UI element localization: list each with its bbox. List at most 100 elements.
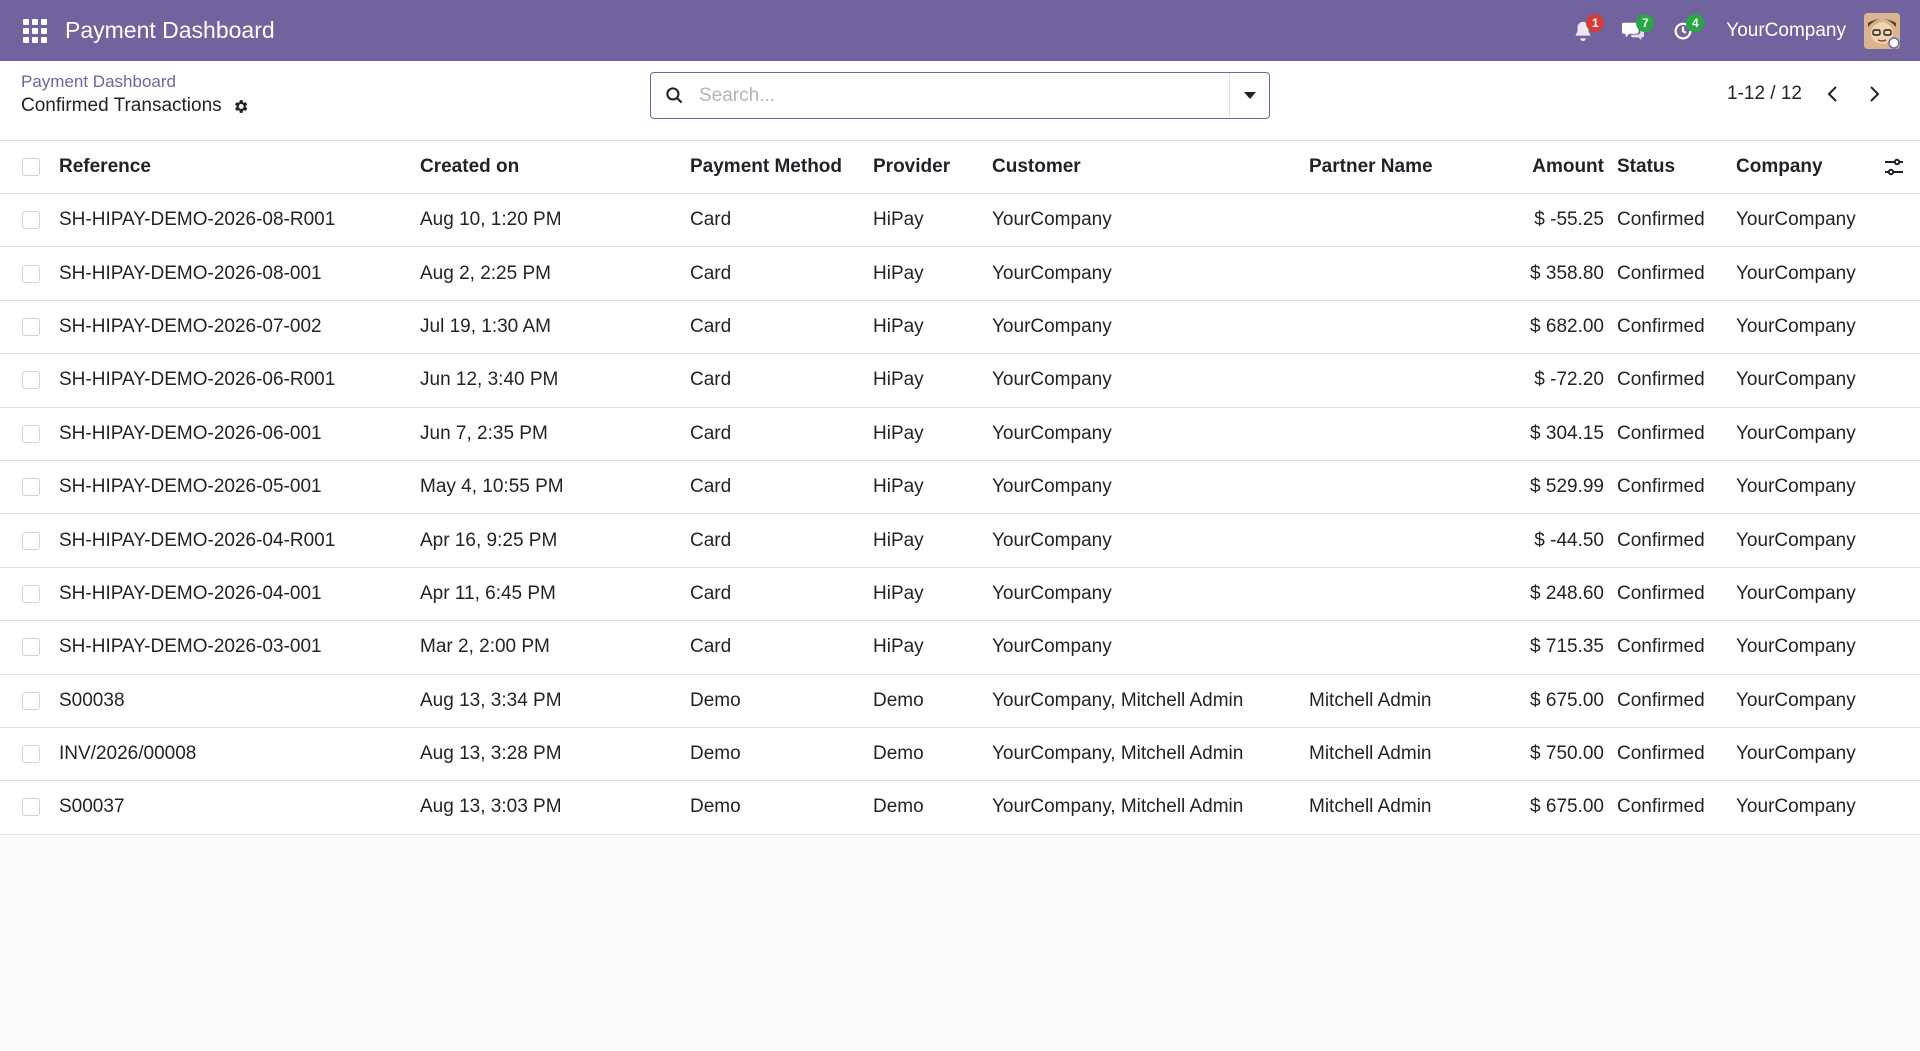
cell-payment-method: Card — [690, 476, 732, 498]
cell-reference: SH-HIPAY-DEMO-2026-03-001 — [59, 636, 322, 658]
table-row[interactable]: SH-HIPAY-DEMO-2026-04-R001 Apr 16, 9:25 P… — [0, 514, 1920, 568]
table-row[interactable]: SH-HIPAY-DEMO-2026-08-001 Aug 2, 2:25 PM C… — [0, 247, 1920, 301]
column-header-reference[interactable]: Reference — [59, 141, 151, 193]
sliders-icon — [1885, 158, 1903, 176]
pager-value[interactable]: 1-12 / 12 — [1727, 83, 1802, 105]
column-header-company[interactable]: Company — [1736, 141, 1823, 193]
column-header-partner-name[interactable]: Partner Name — [1309, 141, 1433, 193]
cell-status: Confirmed — [1617, 529, 1705, 551]
company-switcher[interactable]: YourCompany — [1726, 20, 1846, 42]
table-row[interactable]: SH-HIPAY-DEMO-2026-06-001 Jun 7, 2:35 PM C… — [0, 408, 1920, 461]
cell-status: Confirmed — [1617, 209, 1705, 231]
cell-payment-method: Card — [690, 369, 732, 391]
table-row[interactable]: SH-HIPAY-DEMO-2026-07-002 Jul 19, 1:30 AM… — [0, 301, 1920, 355]
cell-reference: SH-HIPAY-DEMO-2026-08-001 — [59, 262, 322, 284]
top-navbar: Payment Dashboard 1 7 4 YourCompany — [0, 0, 1920, 61]
gear-icon[interactable] — [232, 98, 249, 115]
cell-customer: YourCompany — [992, 369, 1112, 391]
table-row[interactable]: SH-HIPAY-DEMO-2026-03-001 Mar 2, 2:00 PM C… — [0, 621, 1920, 675]
table-row[interactable]: SH-HIPAY-DEMO-2026-05-001 May 4, 10:55 PM… — [0, 461, 1920, 515]
messages-badge: 7 — [1636, 13, 1655, 32]
cell-customer: YourCompany — [992, 529, 1112, 551]
cell-created-on: Jul 19, 1:30 AM — [420, 315, 551, 337]
messages-button[interactable]: 7 — [1616, 13, 1655, 48]
cell-status: Confirmed — [1617, 743, 1705, 765]
cell-company: YourCompany — [1736, 529, 1856, 551]
cell-provider: HiPay — [873, 315, 924, 337]
table-row[interactable]: SH-HIPAY-DEMO-2026-08-R001 Aug 10, 1:20 P… — [0, 194, 1920, 248]
chevron-right-icon — [1870, 86, 1880, 102]
cell-created-on: Apr 11, 6:45 PM — [420, 582, 556, 604]
row-checkbox[interactable] — [22, 691, 40, 710]
search-input[interactable] — [697, 73, 1229, 118]
activities-button[interactable]: 4 — [1666, 13, 1705, 48]
column-header-payment-method[interactable]: Payment Method — [690, 141, 842, 193]
select-all-checkbox[interactable] — [22, 158, 40, 176]
cell-provider: HiPay — [873, 369, 924, 391]
column-header-created-on[interactable]: Created on — [420, 141, 519, 193]
row-checkbox[interactable] — [22, 264, 40, 283]
row-checkbox[interactable] — [22, 371, 40, 390]
table-row[interactable]: SH-HIPAY-DEMO-2026-04-001 Apr 11, 6:45 PM… — [0, 568, 1920, 622]
row-checkbox[interactable] — [22, 745, 40, 764]
table-row[interactable]: S00037 Aug 13, 3:03 PM Demo Demo YourCompany… — [0, 781, 1920, 835]
column-header-provider[interactable]: Provider — [873, 141, 950, 193]
table-row[interactable]: SH-HIPAY-DEMO-2026-06-R001 Jun 12, 3:40 P… — [0, 354, 1920, 408]
cell-status: Confirmed — [1617, 422, 1705, 444]
breadcrumb-link[interactable]: Payment Dashboard — [21, 72, 176, 92]
cell-reference: INV/2026/00008 — [59, 743, 197, 765]
cell-company: YourCompany — [1736, 689, 1856, 711]
table-row[interactable]: INV/2026/00008 Aug 13, 3:28 PM Demo Demo You… — [0, 728, 1920, 782]
cell-reference: S00038 — [59, 689, 125, 711]
select-all-cell — [22, 141, 40, 193]
app-title[interactable]: Payment Dashboard — [65, 17, 275, 44]
cell-payment-method: Card — [690, 315, 732, 337]
cell-created-on: Apr 16, 9:25 PM — [420, 529, 558, 551]
pager-next-button[interactable] — [1860, 79, 1890, 109]
cell-payment-method: Card — [690, 582, 732, 604]
list-empty-area — [0, 836, 1920, 1051]
cell-company: YourCompany — [1736, 315, 1856, 337]
column-header-status[interactable]: Status — [1617, 141, 1675, 193]
cell-amount: $ 750.00 — [1530, 743, 1604, 765]
cell-amount: $ 715.35 — [1530, 636, 1604, 658]
row-checkbox[interactable] — [22, 478, 40, 497]
row-checkbox[interactable] — [22, 211, 40, 230]
search-bar — [650, 72, 1270, 119]
cell-amount: $ 358.80 — [1530, 262, 1604, 284]
cell-created-on: Jun 12, 3:40 PM — [420, 369, 559, 391]
column-header-customer[interactable]: Customer — [992, 141, 1081, 193]
optional-columns-button[interactable] — [1884, 141, 1904, 193]
user-avatar[interactable] — [1864, 12, 1900, 49]
cell-payment-method: Demo — [690, 796, 741, 818]
cell-reference: SH-HIPAY-DEMO-2026-07-002 — [59, 315, 322, 337]
cell-customer: YourCompany — [992, 636, 1112, 658]
cell-status: Confirmed — [1617, 636, 1705, 658]
pager-previous-button[interactable] — [1817, 79, 1847, 109]
chevron-left-icon — [1827, 86, 1837, 102]
column-header-amount[interactable]: Amount — [1532, 141, 1604, 193]
cell-provider: Demo — [873, 796, 924, 818]
row-checkbox[interactable] — [22, 317, 40, 336]
row-select-cell — [22, 247, 40, 299]
cell-customer: YourCompany — [992, 315, 1112, 337]
cell-reference: SH-HIPAY-DEMO-2026-06-001 — [59, 422, 322, 444]
cell-status: Confirmed — [1617, 796, 1705, 818]
cell-company: YourCompany — [1736, 369, 1856, 391]
row-checkbox[interactable] — [22, 531, 40, 550]
row-checkbox[interactable] — [22, 638, 40, 657]
cell-customer: YourCompany, Mitchell Admin — [992, 743, 1244, 765]
cell-payment-method: Card — [690, 529, 732, 551]
row-checkbox[interactable] — [22, 424, 40, 443]
search-filters-toggle[interactable] — [1229, 73, 1269, 118]
cell-provider: HiPay — [873, 582, 924, 604]
row-checkbox[interactable] — [22, 584, 40, 603]
cell-amount: $ -72.20 — [1534, 369, 1604, 391]
search-icon[interactable] — [651, 86, 697, 105]
notifications-button[interactable]: 1 — [1566, 13, 1605, 48]
table-row[interactable]: S00038 Aug 13, 3:34 PM Demo Demo YourCompany… — [0, 675, 1920, 728]
apps-grid-icon[interactable] — [23, 18, 47, 43]
cell-company: YourCompany — [1736, 636, 1856, 658]
cell-payment-method: Demo — [690, 743, 741, 765]
row-checkbox[interactable] — [22, 798, 40, 817]
